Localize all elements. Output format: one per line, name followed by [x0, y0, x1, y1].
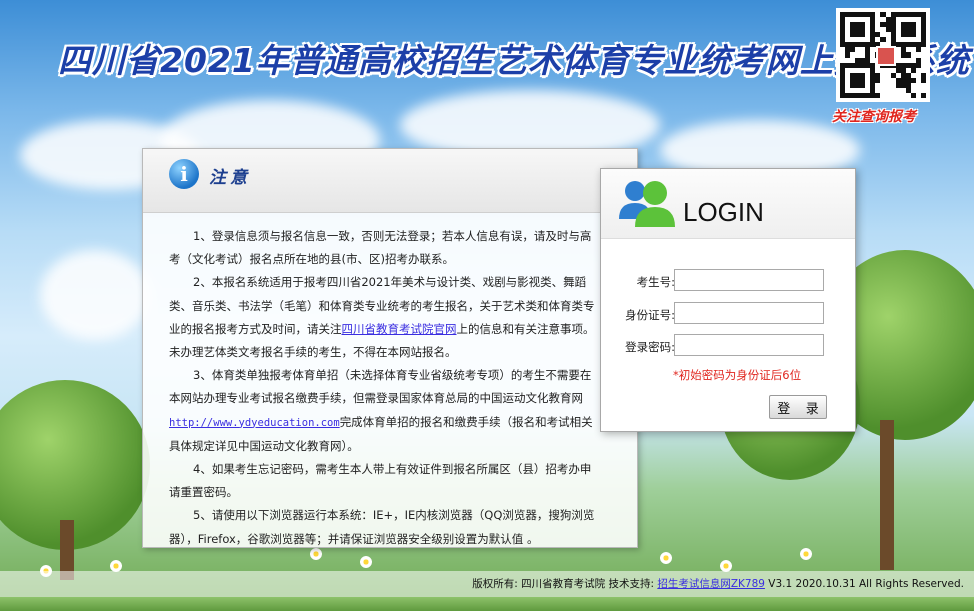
notice-body: 1、登录信息须与报名信息一致，否则无法登录；若本人信息有误，请及时与高考（文化考…	[143, 213, 637, 551]
grass-strip	[0, 597, 974, 611]
notice-panel: i 注意 1、登录信息须与报名信息一致，否则无法登录；若本人信息有误，请及时与高…	[142, 148, 638, 548]
password-hint: *初始密码为身份证后6位	[673, 368, 802, 382]
id-card-input[interactable]	[674, 302, 824, 324]
users-icon	[619, 181, 675, 227]
footer-version: V3.1 2020.10.31 All Rights Reserved.	[764, 578, 964, 590]
qr-caption: 关注查询报考	[832, 109, 916, 125]
tech-support-link[interactable]: 招生考试信息网ZK789	[657, 578, 765, 590]
notice-item-1: 1、登录信息须与报名信息一致，否则无法登录；若本人信息有误，请及时与高考（文化考…	[169, 229, 592, 267]
password-row: 登录密码:	[601, 334, 857, 358]
qr-logo-icon	[876, 46, 896, 66]
ydyeducation-link[interactable]: http://www.ydyeducation.com	[169, 417, 340, 429]
login-header: LOGIN	[601, 169, 855, 239]
qr-code	[836, 8, 930, 102]
examinee-id-label: 考生号:	[636, 275, 675, 289]
footer-copyright: 版权所有: 四川省教育考试院 技术支持:	[472, 578, 658, 590]
examinee-id-input[interactable]	[674, 269, 824, 291]
notice-item-5: 5、请使用以下浏览器运行本系统：IE+，IE内核浏览器（QQ浏览器，搜狗浏览器）…	[169, 508, 595, 546]
password-input[interactable]	[674, 334, 824, 356]
info-icon: i	[169, 159, 199, 189]
password-label: 登录密码:	[625, 340, 675, 354]
login-button[interactable]: 登 录	[769, 395, 827, 419]
id-card-row: 身份证号:	[601, 302, 857, 326]
id-card-label: 身份证号:	[625, 308, 675, 322]
page-title: 四川省2021年普通高校招生艺术体育专业统考网上报名系统	[58, 41, 970, 80]
footer: 版权所有: 四川省教育考试院 技术支持: 招生考试信息网ZK789 V3.1 2…	[0, 571, 974, 597]
notice-title: 注意	[209, 168, 251, 188]
notice-item-2: 2、本报名系统适用于报考四川省2021年美术与设计类、戏剧与影视类、舞蹈类、音乐…	[169, 275, 595, 360]
exam-authority-link[interactable]: 四川省教育考试院官网	[342, 322, 457, 336]
notice-item-3: 3、体育类单独报考体育单招（未选择体育专业省级统考专项）的考生不需要在本网站办理…	[169, 368, 593, 453]
login-panel: LOGIN 考生号: 身份证号: 登录密码: *初始密码为身份证后6位 登 录	[600, 168, 856, 432]
examinee-id-row: 考生号:	[601, 269, 857, 293]
notice-header: i 注意	[143, 149, 637, 213]
login-title: LOGIN	[683, 197, 764, 227]
notice-item-4: 4、如果考生忘记密码，需考生本人带上有效证件到报名所属区（县）招考办申请重置密码…	[169, 462, 592, 500]
